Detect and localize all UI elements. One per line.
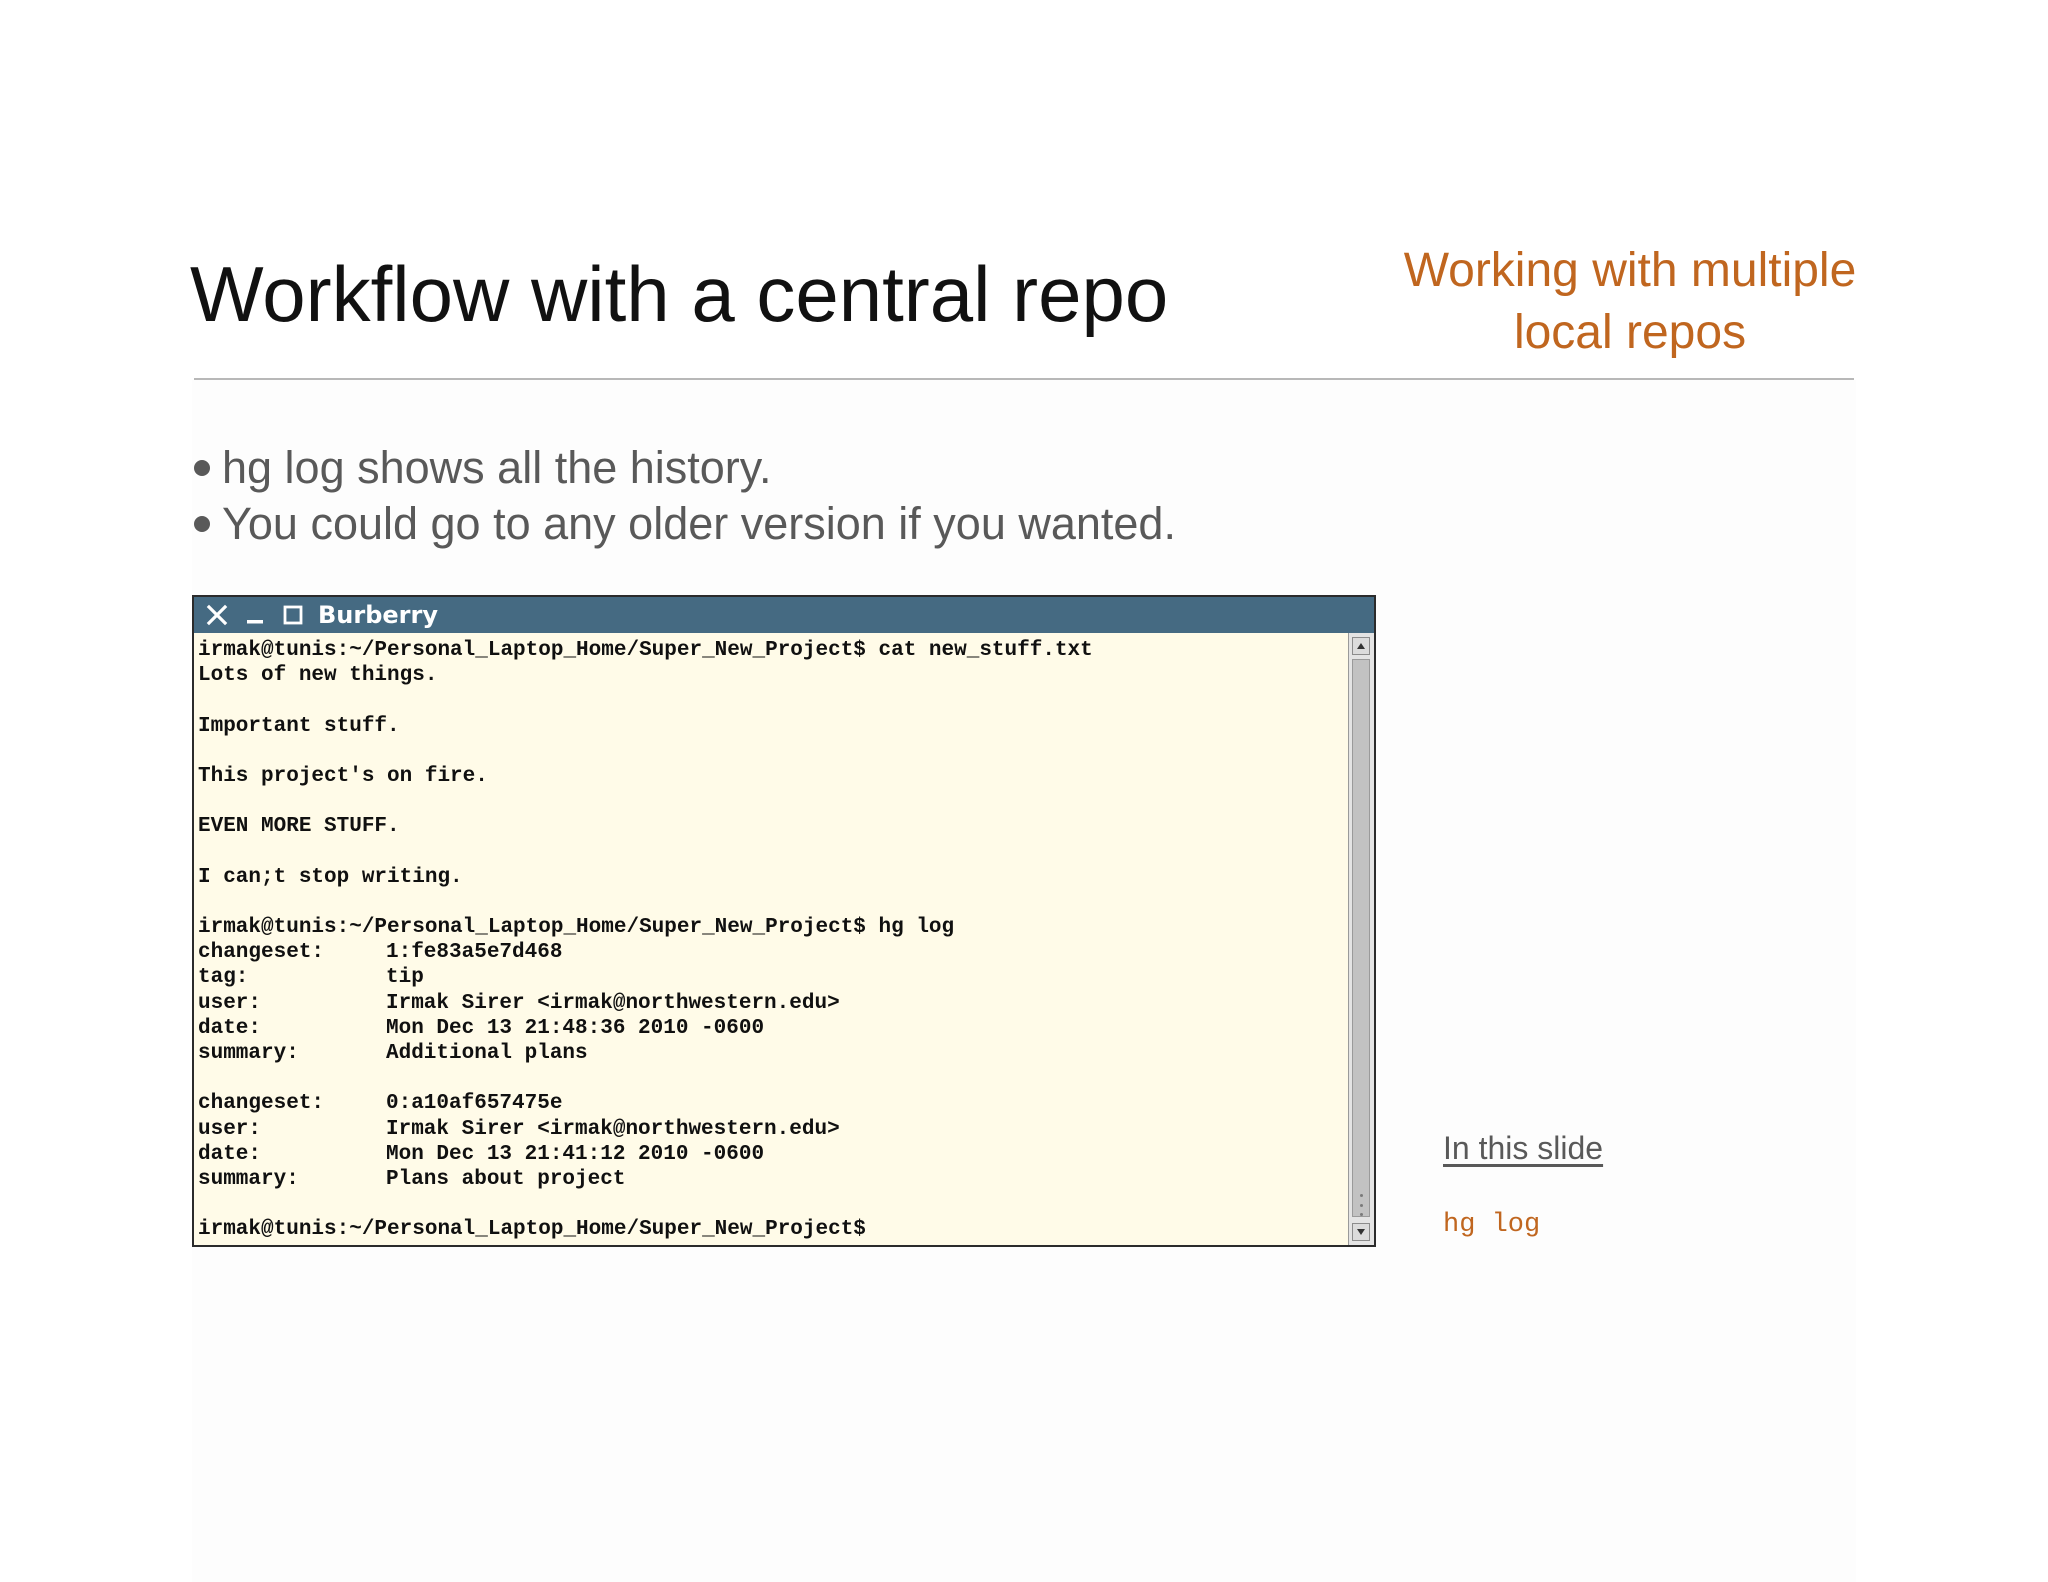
log-field-value: Mon Dec 13 21:41:12 2010 -0600 xyxy=(386,1142,765,1166)
log-field-value: 1:fe83a5e7d468 xyxy=(386,941,563,965)
bullet-text: hg log shows all the history. xyxy=(222,442,772,493)
log-field-value: 0:a10af657475e xyxy=(386,1092,563,1116)
terminal-line: summary: Additional plans xyxy=(194,1041,1348,1066)
log-field-key: date: xyxy=(198,1016,262,1040)
terminal-titlebar[interactable]: Burberry xyxy=(194,597,1374,633)
bullet-list: hg log shows all the history. You could … xyxy=(192,440,1176,552)
log-field-key: changeset: xyxy=(198,1092,325,1116)
terminal-output[interactable]: irmak@tunis:~/Personal_Laptop_Home/Super… xyxy=(194,633,1348,1245)
slide-title: Workflow with a central repo xyxy=(190,250,1169,338)
log-field-value: Irmak Sirer <irmak@northwestern.edu> xyxy=(386,991,840,1015)
aside-heading[interactable]: In this slide xyxy=(1443,1130,1603,1167)
log-field-key: tag: xyxy=(198,966,249,990)
terminal-line: I can;t stop writing. xyxy=(198,865,463,889)
bullet-item: You could go to any older version if you… xyxy=(192,496,1176,552)
bullet-dot-icon xyxy=(194,516,210,532)
log-field-key: summary: xyxy=(198,1042,299,1065)
bullet-dot-icon xyxy=(194,460,210,476)
log-field-key: user: xyxy=(198,991,262,1015)
log-field-key: changeset: xyxy=(198,941,325,965)
log-field-key: summary: xyxy=(198,1167,299,1191)
log-field-value: Additional plans xyxy=(386,1042,588,1065)
terminal-line: Lots of new things. xyxy=(198,664,438,688)
log-field-key: user: xyxy=(198,1117,262,1141)
terminal-line: irmak@tunis:~/Personal_Laptop_Home/Super… xyxy=(198,639,1093,662)
minimize-icon[interactable] xyxy=(240,600,270,630)
scroll-down-button[interactable] xyxy=(1352,1223,1370,1241)
bullet-item: hg log shows all the history. xyxy=(192,440,1176,496)
bullet-text: You could go to any older version if you… xyxy=(222,498,1176,549)
log-field-value: Irmak Sirer <irmak@northwestern.edu> xyxy=(386,1117,840,1141)
terminal-line: Important stuff. xyxy=(198,714,400,738)
close-icon[interactable] xyxy=(202,600,232,630)
terminal-window[interactable]: Burberry irmak@tunis:~/Personal_Laptop_H… xyxy=(192,595,1376,1247)
terminal-line: irmak@tunis:~/Personal_Laptop_Home/Super… xyxy=(198,1218,866,1242)
maximize-icon[interactable] xyxy=(278,600,308,630)
terminal-line: changeset: 1:fe83a5e7d468 xyxy=(194,940,1348,965)
terminal-line: tag: tip xyxy=(194,965,1348,990)
terminal-line: summary: Plans about project xyxy=(194,1167,1348,1192)
terminal-line: changeset: 0:a10af657475e xyxy=(194,1091,1348,1116)
title-divider xyxy=(194,378,1854,380)
arrow-down-icon xyxy=(1357,1229,1365,1235)
terminal-line: EVEN MORE STUFF. xyxy=(198,815,400,839)
arrow-up-icon xyxy=(1357,643,1365,649)
log-field-value: Mon Dec 13 21:48:36 2010 -0600 xyxy=(386,1016,765,1040)
section-title: Working with multiple local repos xyxy=(1403,244,1857,359)
scroll-up-button[interactable] xyxy=(1352,637,1370,655)
log-field-value: Plans about project xyxy=(386,1167,626,1191)
terminal-window-title: Burberry xyxy=(318,601,438,629)
terminal-line: irmak@tunis:~/Personal_Laptop_Home/Super… xyxy=(198,916,955,940)
terminal-scrollbar[interactable] xyxy=(1348,633,1374,1245)
log-field-key: date: xyxy=(198,1142,262,1166)
scroll-grip-icon xyxy=(1356,1194,1366,1216)
terminal-line: This project's on fire. xyxy=(198,764,488,788)
aside-code: hg log xyxy=(1443,1210,1541,1240)
terminal-line: user: Irmak Sirer <irmak@northwestern.edu… xyxy=(194,991,1348,1016)
terminal-line: user: Irmak Sirer <irmak@northwestern.edu… xyxy=(194,1117,1348,1142)
log-field-value: tip xyxy=(386,966,424,990)
terminal-line: date: Mon Dec 13 21:41:12 2010 -0600 xyxy=(194,1142,1348,1167)
terminal-line: date: Mon Dec 13 21:48:36 2010 -0600 xyxy=(194,1016,1348,1041)
scroll-thumb[interactable] xyxy=(1352,659,1370,1217)
